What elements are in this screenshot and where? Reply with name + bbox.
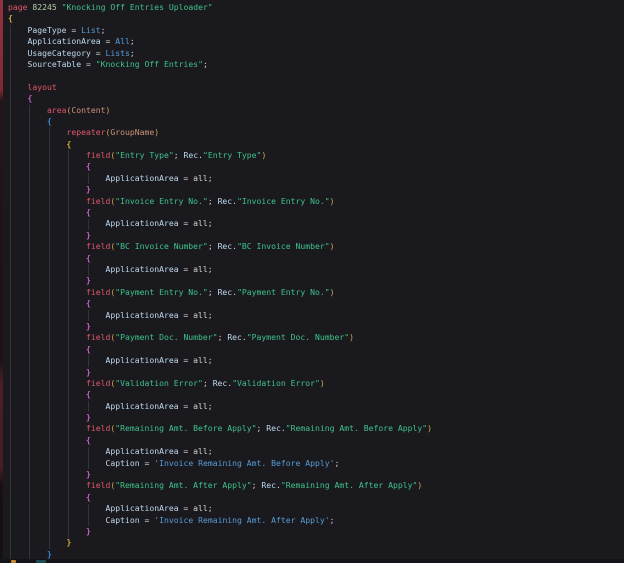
- code-line: field("BC Invoice Number"; Rec."BC Invoi…: [8, 241, 432, 252]
- left-edge-strip: [0, 0, 3, 563]
- code-line: {: [8, 116, 432, 127]
- code-line: ApplicationArea = all;: [8, 401, 432, 412]
- code-line: field("Payment Entry No."; Rec."Payment …: [8, 287, 432, 298]
- code-line: }: [8, 537, 432, 548]
- code-line: {: [8, 161, 432, 172]
- code-line: Caption = 'Invoice Remaining Amt. After …: [8, 515, 432, 526]
- code-line: Caption = 'Invoice Remaining Amt. Before…: [8, 458, 432, 469]
- code-line: PageType = List;: [8, 25, 432, 36]
- code-line: {: [8, 344, 432, 355]
- code-line: SourceTable = "Knocking Off Entries";: [8, 59, 432, 70]
- code-line: {: [8, 492, 432, 503]
- code-line: {: [8, 93, 432, 104]
- code-line: ApplicationArea = all;: [8, 264, 432, 275]
- code-line: {: [8, 298, 432, 309]
- code-line: field("Entry Type"; Rec."Entry Type"): [8, 150, 432, 161]
- code-line: [8, 70, 432, 81]
- code-line: }: [8, 412, 432, 423]
- code-line: {: [8, 253, 432, 264]
- code-line: field("Remaining Amt. After Apply"; Rec.…: [8, 480, 432, 491]
- code-line: }: [8, 367, 432, 378]
- code-line: ApplicationArea = all;: [8, 173, 432, 184]
- code-line: }: [8, 184, 432, 195]
- code-line: {: [8, 389, 432, 400]
- code-line: }: [8, 230, 432, 241]
- code-line: {: [8, 207, 432, 218]
- code-line: ApplicationArea = all;: [8, 355, 432, 366]
- code-line: repeater(GroupName): [8, 127, 432, 138]
- code-line: ApplicationArea = All;: [8, 36, 432, 47]
- code-line: }: [8, 526, 432, 537]
- code-line: {: [8, 435, 432, 446]
- code-line: {: [8, 13, 432, 24]
- code-line: area(Content): [8, 105, 432, 116]
- code-line: field("Invoice Entry No."; Rec."Invoice …: [8, 196, 432, 207]
- code-line: }: [8, 321, 432, 332]
- bottom-edge-band: [0, 559, 624, 563]
- code-line: field("Validation Error"; Rec."Validatio…: [8, 378, 432, 389]
- code-line: UsageCategory = Lists;: [8, 48, 432, 59]
- code-line: {: [8, 139, 432, 150]
- code-line: ApplicationArea = all;: [8, 446, 432, 457]
- code-area: page 82245 "Knocking Off Entries Uploade…: [0, 0, 432, 563]
- code-line: }: [8, 275, 432, 286]
- code-line: }: [8, 469, 432, 480]
- code-line: layout: [8, 82, 432, 93]
- code-line: ApplicationArea = all;: [8, 503, 432, 514]
- code-line: ApplicationArea = all;: [8, 218, 432, 229]
- code-editor[interactable]: page 82245 "Knocking Off Entries Uploade…: [0, 0, 624, 563]
- code-line: field("Payment Doc. Number"; Rec."Paymen…: [8, 332, 432, 343]
- code-line: page 82245 "Knocking Off Entries Uploade…: [8, 2, 432, 13]
- code-line: field("Remaining Amt. Before Apply"; Rec…: [8, 423, 432, 434]
- code-line: ApplicationArea = all;: [8, 310, 432, 321]
